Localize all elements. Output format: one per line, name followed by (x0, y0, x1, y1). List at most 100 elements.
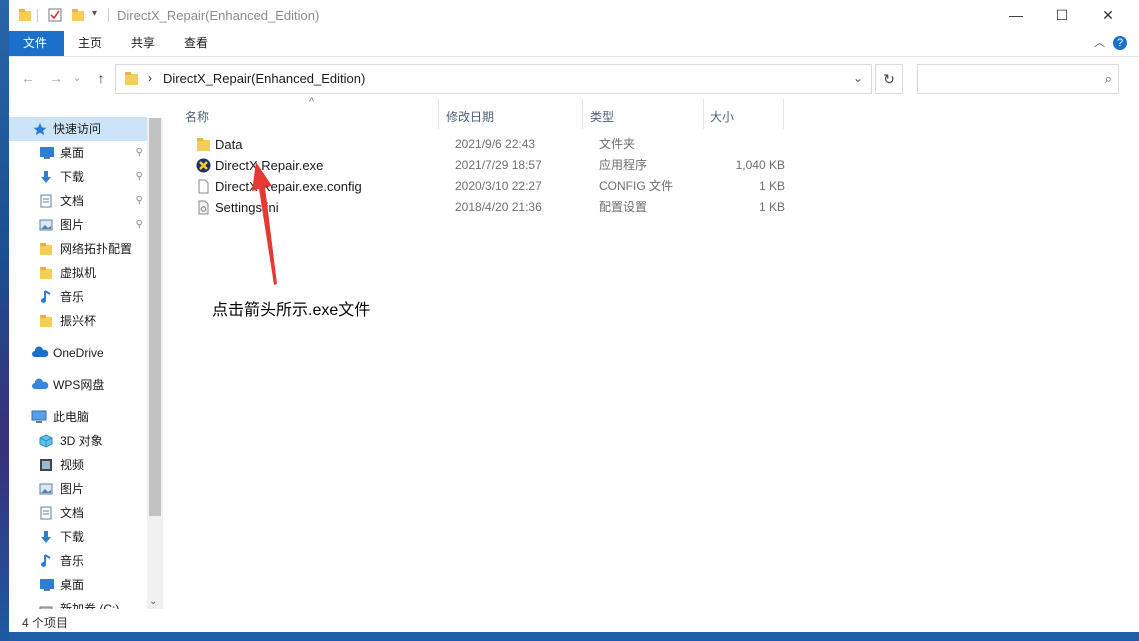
address-bar[interactable]: › DirectX_Repair(Enhanced_Edition) ⌄ (115, 64, 872, 94)
pin-icon: ⚲ (135, 219, 143, 230)
sidebar-item-desktop[interactable]: 桌面 (9, 573, 147, 597)
collapse-ribbon-icon[interactable]: ︿ (1094, 34, 1105, 50)
sidebar-item-videos[interactable]: 视频 (9, 453, 147, 477)
desktop-background (0, 0, 9, 641)
file-date: 2021/9/6 22:43 (455, 137, 536, 151)
desktop-icon (39, 146, 54, 160)
sort-ascending-icon: ^ (309, 96, 315, 108)
scrollbar-thumb[interactable] (149, 118, 161, 516)
tab-file[interactable]: 文件 (9, 31, 64, 56)
folder-icon (39, 266, 53, 280)
sidebar-item-label: 网络拓扑配置 (60, 242, 133, 256)
column-header-name[interactable]: 名称 (185, 105, 209, 129)
folder-icon (124, 71, 140, 86)
sidebar-item-label: 图片 (60, 218, 85, 232)
sidebar-item-pictures[interactable]: 图片 (9, 477, 147, 501)
video-icon (39, 458, 53, 472)
file-size: 1 KB (758, 179, 785, 193)
address-dropdown-icon[interactable]: ⌄ (853, 71, 863, 85)
sidebar-item-label: 虚拟机 (60, 266, 97, 280)
sidebar-item-quick-access[interactable]: 快速访问 (9, 117, 147, 141)
new-folder-icon[interactable] (71, 8, 85, 22)
sidebar-scrollbar[interactable]: ⌄ (147, 118, 163, 609)
sidebar-item-desktop[interactable]: 桌面 ⚲ (9, 141, 147, 165)
sidebar-item-label: 下载 (60, 530, 85, 544)
sidebar-item-music[interactable]: 音乐 (9, 549, 147, 573)
up-button[interactable]: ↑ (92, 69, 110, 87)
annotation-arrow (252, 162, 277, 285)
desktop-icon (39, 578, 54, 592)
file-icon (196, 179, 211, 194)
sidebar-item-folder[interactable]: 虚拟机 (9, 261, 147, 285)
file-type: 应用程序 (599, 158, 648, 172)
sidebar-item-downloads[interactable]: 下载 (9, 525, 147, 549)
help-icon[interactable]: ? (1113, 36, 1127, 50)
star-icon (33, 122, 47, 136)
close-button[interactable]: ✕ (1085, 0, 1131, 31)
folder-icon (39, 314, 53, 328)
sidebar-item-3d-objects[interactable]: 3D 对象 (9, 429, 147, 453)
sidebar-item-music[interactable]: 音乐 (9, 285, 147, 309)
watermark: CSDN @qq_57193542 (931, 612, 1111, 631)
sidebar-item-label: WPS网盘 (53, 378, 105, 392)
separator (108, 8, 109, 22)
sidebar-item-documents[interactable]: 文档 (9, 501, 147, 525)
tab-home[interactable]: 主页 (64, 31, 116, 56)
file-size: 1,040 KB (735, 158, 785, 172)
search-icon: ⌕ (1104, 71, 1112, 86)
sidebar-item-label: 音乐 (60, 554, 85, 568)
recent-locations-button[interactable]: ⌄ (71, 69, 83, 87)
tab-view[interactable]: 查看 (170, 31, 222, 56)
column-divider[interactable] (582, 99, 583, 129)
column-header-size[interactable]: 大小 (710, 105, 734, 129)
tab-share[interactable]: 共享 (117, 31, 169, 56)
sidebar-item-this-pc[interactable]: 此电脑 (9, 405, 147, 429)
ribbon-tabs: 文件 主页 共享 查看 ︿ ? (9, 31, 1139, 57)
scroll-down-icon[interactable]: ⌄ (149, 596, 157, 607)
download-icon (39, 530, 53, 544)
title-bar: ▾ DirectX_Repair(Enhanced_Edition) — ☐ ✕ (9, 0, 1139, 31)
refresh-button[interactable]: ↻ (875, 64, 903, 94)
file-date: 2020/3/10 22:27 (455, 179, 542, 193)
column-divider[interactable] (438, 99, 439, 129)
forward-button[interactable]: → (47, 69, 65, 87)
column-divider[interactable] (783, 99, 784, 129)
sidebar-item-onedrive[interactable]: OneDrive (9, 341, 147, 365)
search-input[interactable]: ⌕ (917, 64, 1119, 94)
sidebar-item-folder[interactable]: 振兴杯 (9, 309, 147, 333)
sidebar-item-label: 桌面 (60, 146, 85, 160)
column-divider[interactable] (703, 99, 704, 129)
directx-app-icon (196, 158, 211, 173)
column-header-date[interactable]: 修改日期 (446, 105, 494, 129)
properties-icon[interactable] (48, 8, 62, 22)
sidebar-item-label: 文档 (60, 194, 85, 208)
file-type: 配置设置 (599, 200, 648, 214)
explorer-window: ▾ DirectX_Repair(Enhanced_Edition) — ☐ ✕… (9, 0, 1139, 632)
sidebar-item-drive-c[interactable]: 新加卷 (C:) (9, 597, 147, 609)
file-date: 2018/4/20 21:36 (455, 200, 542, 214)
breadcrumb-separator[interactable]: › (148, 71, 152, 85)
navigation-pane: 快速访问 桌面 ⚲ 下载 ⚲ 文档 ⚲ 图片 ⚲ 网络拓扑配置 虚拟机 音乐 振… (9, 99, 159, 609)
sidebar-item-pictures[interactable]: 图片 ⚲ (9, 213, 147, 237)
sidebar-item-documents[interactable]: 文档 ⚲ (9, 189, 147, 213)
sidebar-item-wps-cloud[interactable]: WPS网盘 (9, 373, 147, 397)
cube-icon (39, 434, 53, 448)
folder-icon (196, 137, 211, 152)
quick-access-dropdown-icon[interactable]: ▾ (92, 8, 97, 19)
sidebar-item-folder[interactable]: 网络拓扑配置 (9, 237, 147, 261)
settings-file-icon (196, 200, 211, 215)
column-header-type[interactable]: 类型 (590, 105, 614, 129)
sidebar-item-label: 此电脑 (53, 410, 90, 424)
picture-icon (39, 482, 53, 496)
sidebar-item-downloads[interactable]: 下载 ⚲ (9, 165, 147, 189)
maximize-button[interactable]: ☐ (1039, 0, 1085, 31)
breadcrumb-current[interactable]: DirectX_Repair(Enhanced_Edition) (163, 71, 365, 86)
download-icon (39, 170, 53, 184)
picture-icon (39, 218, 53, 232)
minimize-button[interactable]: — (993, 0, 1039, 31)
table-row[interactable]: Data 2021/9/6 22:43 文件夹 (183, 134, 923, 155)
pin-icon: ⚲ (135, 147, 143, 158)
file-list: ^ 名称 修改日期 类型 大小 Data 2021/9/6 22:43 文件夹 … (163, 96, 1139, 609)
back-button[interactable]: ← (19, 69, 37, 87)
sidebar-item-label: 下载 (60, 170, 85, 184)
